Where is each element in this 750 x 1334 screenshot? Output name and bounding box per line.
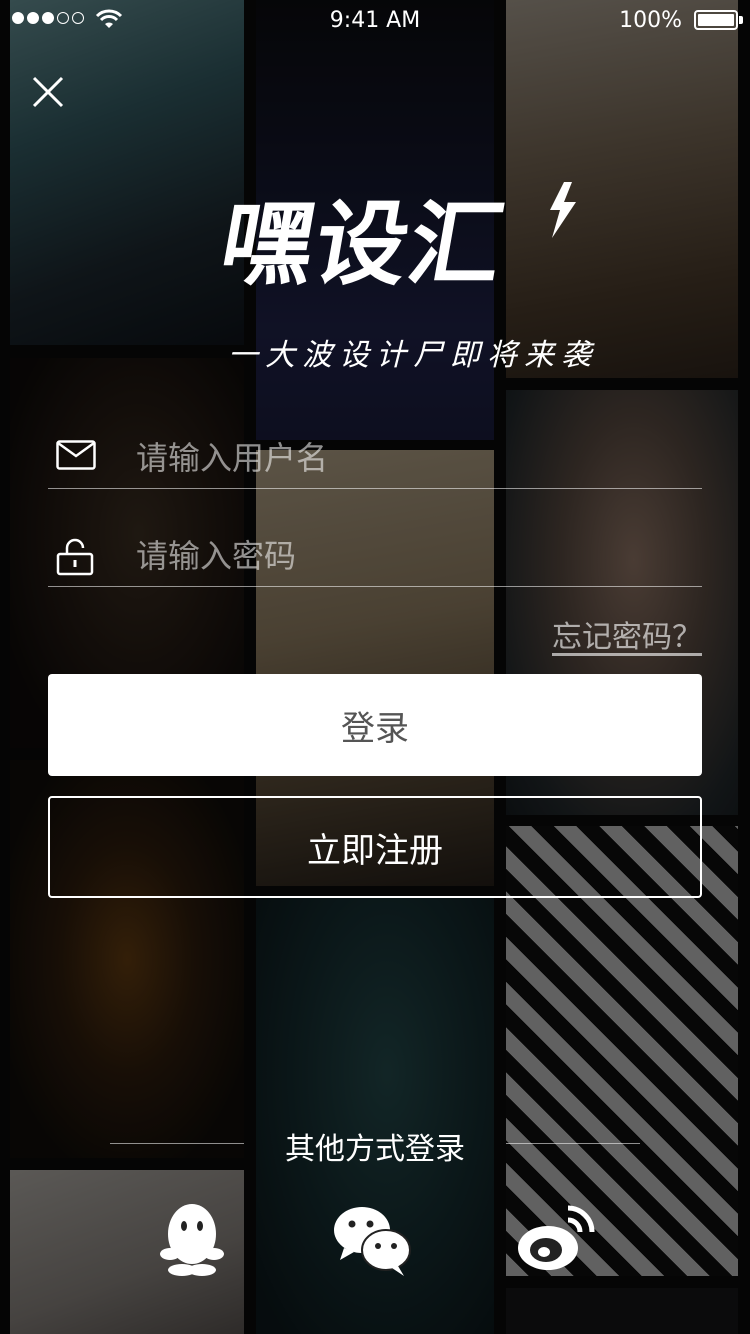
forgot-password-link[interactable]: 忘记密码？ [552,612,702,656]
mail-icon [56,440,96,470]
qq-icon [160,1204,224,1276]
login-button[interactable]: 登录 [48,674,702,776]
username-field [48,426,702,489]
logo-text: 嘿设汇 [212,191,514,298]
username-input[interactable] [134,430,698,486]
password-field [48,524,702,587]
lightning-icon [550,182,576,238]
weibo-login-button[interactable] [512,1196,596,1280]
app-logo: 嘿设汇 [212,180,592,320]
password-input[interactable] [134,528,698,584]
battery-percentage: 100% [619,8,682,33]
close-icon [32,76,64,108]
lock-icon [56,538,94,576]
weibo-icon [518,1205,595,1270]
qq-login-button[interactable] [150,1196,234,1280]
other-login-label: 其他方式登录 [285,1132,465,1167]
close-button[interactable] [28,72,68,112]
slogan: 一大波设计尸即将来袭 [228,338,598,373]
status-bar: 9:41 AM 100% [0,0,750,40]
wechat-login-button[interactable] [330,1196,414,1280]
battery-icon [694,10,738,30]
wechat-icon [334,1207,411,1276]
register-button[interactable]: 立即注册 [48,796,702,898]
